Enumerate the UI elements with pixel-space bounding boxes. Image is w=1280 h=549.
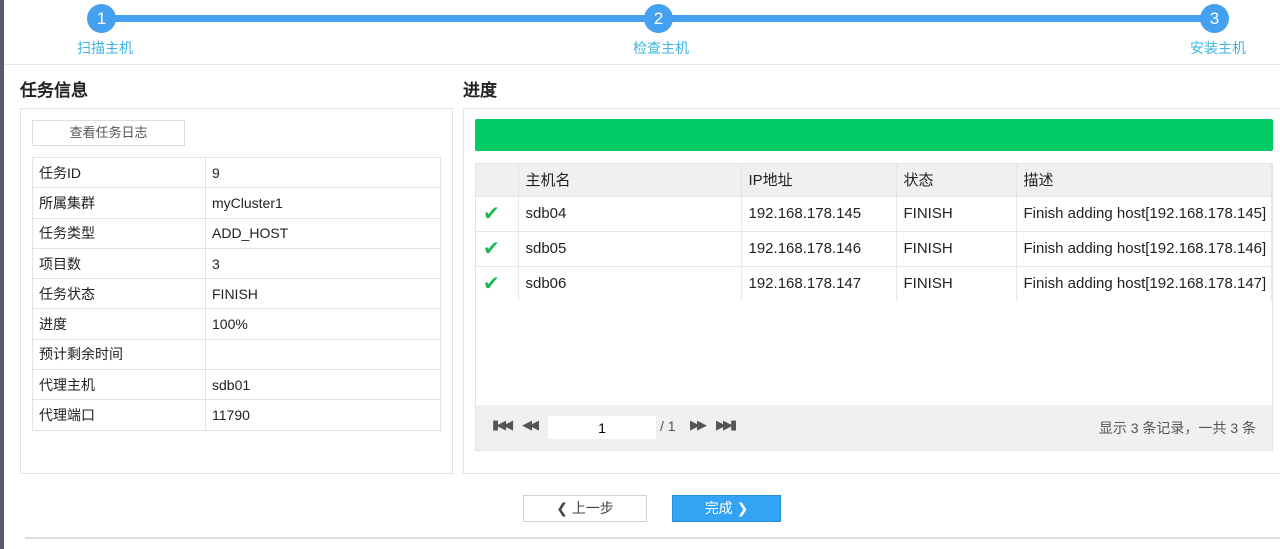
progress-bar	[475, 119, 1273, 151]
first-page-icon[interactable]: ▮◀◀	[492, 417, 513, 433]
description-cell: Finish adding host[192.168.178.145]	[1016, 195, 1272, 231]
task-info-table: 任务ID 9 所属集群 myCluster1 任务类型 ADD_HOST 项目数 3 任务状态 F…	[32, 156, 441, 431]
chevron-left-icon: ❮	[556, 500, 572, 516]
info-value: 3	[205, 247, 441, 280]
record-summary: 显示 3 条记录，一共 3 条	[1098, 420, 1256, 436]
info-value: 11790	[205, 399, 441, 431]
info-row: 任务类型 ADD_HOST	[32, 217, 441, 249]
step-1-label: 扫描主机	[77, 40, 133, 56]
check-icon: ✔	[476, 265, 519, 301]
hostname-cell: sdb06	[518, 265, 742, 301]
prev-page-icon[interactable]: ◀◀	[522, 417, 539, 433]
info-label: 任务状态	[32, 278, 206, 310]
pager: ▮◀◀ ◀◀ / 1 ▶▶ ▶▶▮ 显示 3 条记录，一共 3 条	[476, 405, 1272, 450]
info-row: 代理端口 11790	[32, 399, 441, 431]
step-2-label: 检查主机	[633, 40, 689, 56]
next-page-icon[interactable]: ▶▶	[690, 417, 707, 433]
finish-button[interactable]: 完成 ❯	[672, 495, 781, 522]
view-task-log-button[interactable]: 查看任务日志	[32, 120, 185, 146]
col-status-icon	[476, 164, 519, 196]
hostname-cell: sdb05	[518, 230, 742, 266]
info-row: 所属集群 myCluster1	[32, 187, 441, 219]
col-description[interactable]: 描述	[1016, 164, 1272, 196]
last-page-icon[interactable]: ▶▶▮	[716, 417, 737, 433]
table-row[interactable]: ✔ sdb06 192.168.178.147 FINISH Finish adding…	[476, 265, 1272, 301]
info-row: 项目数 3	[32, 247, 441, 280]
col-status[interactable]: 状态	[896, 164, 1017, 196]
window-edge	[0, 0, 4, 549]
page-input[interactable]	[548, 416, 656, 439]
progress-title: 进度	[463, 81, 497, 101]
status-cell: FINISH	[896, 265, 1017, 301]
step-3-circle: 3	[1200, 4, 1229, 33]
step-2-circle: 2	[644, 4, 673, 33]
info-label: 项目数	[32, 247, 206, 280]
info-label: 进度	[32, 308, 206, 340]
info-row: 代理主机 sdb01	[32, 369, 441, 401]
info-label: 所属集群	[32, 187, 206, 219]
info-label: 任务类型	[32, 217, 206, 249]
info-value: ADD_HOST	[205, 217, 441, 249]
col-hostname[interactable]: 主机名	[518, 164, 742, 196]
footer-divider	[25, 537, 1280, 539]
info-label: 代理端口	[32, 399, 206, 431]
info-row: 预计剩余时间	[32, 338, 441, 371]
prev-step-button[interactable]: ❮ 上一步	[523, 495, 647, 522]
table-row[interactable]: ✔ sdb04 192.168.178.145 FINISH Finish adding…	[476, 195, 1272, 231]
info-row: 进度 100%	[32, 308, 441, 340]
info-value: 9	[205, 156, 441, 189]
ip-cell: 192.168.178.145	[741, 195, 897, 231]
check-icon: ✔	[476, 230, 519, 266]
info-row: 任务状态 FINISH	[32, 278, 441, 310]
status-cell: FINISH	[896, 230, 1017, 266]
step-3-label: 安装主机	[1190, 40, 1246, 56]
info-row: 任务ID 9	[32, 156, 441, 189]
step-1-circle: 1	[87, 4, 116, 33]
col-ip[interactable]: IP地址	[741, 164, 897, 196]
task-info-title: 任务信息	[20, 81, 88, 101]
ip-cell: 192.168.178.146	[741, 230, 897, 266]
host-grid: 主机名 IP地址 状态 描述 ✔ sdb04 192.168.178.145 FINI…	[475, 163, 1273, 451]
info-label: 预计剩余时间	[32, 338, 206, 371]
info-value: myCluster1	[205, 187, 441, 219]
info-label: 任务ID	[32, 156, 206, 189]
ip-cell: 192.168.178.147	[741, 265, 897, 301]
hostname-cell: sdb04	[518, 195, 742, 231]
table-row[interactable]: ✔ sdb05 192.168.178.146 FINISH Finish adding…	[476, 230, 1272, 266]
info-label: 代理主机	[32, 369, 206, 401]
page-total: / 1	[660, 418, 676, 434]
prev-step-label: 上一步	[571, 500, 614, 516]
info-value	[205, 338, 441, 371]
chevron-right-icon: ❯	[732, 500, 749, 516]
info-value: FINISH	[205, 278, 441, 310]
description-cell: Finish adding host[192.168.178.146]	[1016, 230, 1272, 266]
description-cell: Finish adding host[192.168.178.147]	[1016, 265, 1272, 301]
status-cell: FINISH	[896, 195, 1017, 231]
divider	[4, 64, 1280, 65]
info-value: sdb01	[205, 369, 441, 401]
finish-label: 完成	[704, 500, 733, 516]
check-icon: ✔	[476, 195, 519, 231]
info-value: 100%	[205, 308, 441, 340]
